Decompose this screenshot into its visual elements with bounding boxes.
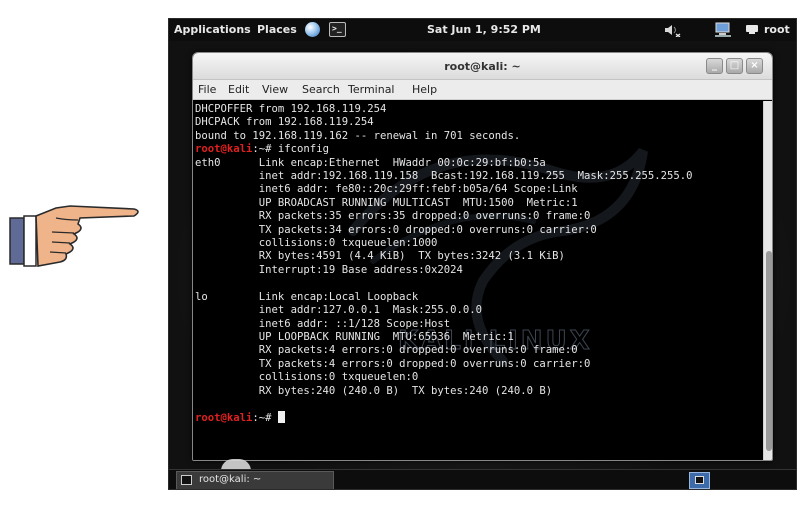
terminal-line: inet6 addr: fe80::20c:29ff:febf:b05a/64 …	[195, 183, 578, 196]
scrollbar-thumb[interactable]	[766, 251, 772, 451]
terminal-line: RX packets:4 errors:0 dropped:0 overruns…	[195, 344, 578, 357]
user-menu[interactable]: root	[764, 23, 790, 36]
terminal-line: collisions:0 txqueuelen:1000	[195, 237, 444, 250]
workspace-switcher[interactable]	[689, 472, 710, 489]
terminal-line: bound to 192.168.119.162 -- renewal in 7…	[195, 129, 521, 142]
network-icon[interactable]	[714, 22, 732, 38]
user-icon[interactable]	[746, 24, 758, 34]
maximize-button[interactable]: □	[726, 58, 743, 74]
taskbar-window-label: root@kali: ~	[199, 474, 262, 485]
terminal-line: collisions:0 txqueuelen:0	[195, 371, 425, 384]
volume-muted-icon[interactable]	[664, 23, 682, 37]
pointing-hand-icon	[9, 205, 139, 267]
terminal-line: Interrupt:19 Base address:0x2024	[195, 263, 470, 276]
terminal-line: lo Link encap:Local Loopback	[195, 290, 431, 303]
terminal-line: eth0 Link encap:Ethernet HWaddr 00:0c:29…	[195, 156, 559, 169]
prompt-command: ifconfig	[277, 143, 329, 156]
terminal-output[interactable]: KALI LINUX DHCPOFFER from 192.168.119.25…	[193, 101, 763, 460]
terminal-line: RX bytes:4591 (4.4 KiB) TX bytes:3242 (3…	[195, 250, 565, 263]
window-title: root@kali: ~	[444, 60, 521, 73]
top-panel: Applications Places >_ Sat Jun 1, 9:52 P…	[169, 19, 796, 41]
minimize-button[interactable]: _	[706, 58, 723, 74]
close-button[interactable]: ×	[746, 58, 763, 74]
menu-view[interactable]: View	[262, 83, 288, 96]
terminal-scrollbar[interactable]	[763, 101, 772, 460]
workspace-window-icon	[695, 476, 704, 484]
terminal-line: inet addr:127.0.0.1 Mask:255.0.0.0	[195, 304, 483, 317]
menu-search[interactable]: Search	[302, 83, 340, 96]
terminal-icon	[181, 475, 192, 485]
prompt-user: root@kali	[195, 412, 253, 425]
terminal-line: inet6 addr: ::1/128 Scope:Host	[195, 317, 451, 330]
text-cursor	[277, 411, 285, 424]
window-titlebar[interactable]: root@kali: ~ _ □ ×	[193, 53, 772, 80]
terminal-line: UP BROADCAST RUNNING MULTICAST MTU:1500 …	[195, 196, 578, 209]
taskbar-window-button[interactable]: root@kali: ~	[176, 471, 334, 489]
menu-terminal[interactable]: Terminal	[348, 83, 395, 96]
terminal-line: TX packets:34 errors:0 dropped:0 overrun…	[195, 223, 597, 236]
terminal-text: DHCPOFFER from 192.168.119.254 DHCPACK fr…	[195, 103, 692, 426]
terminal-line: UP LOOPBACK RUNNING MTU:65536 Metric:1	[195, 330, 514, 343]
terminal-line: TX packets:4 errors:0 dropped:0 overruns…	[195, 357, 591, 370]
terminal-line: inet addr:192.168.119.158 Bcast:192.168.…	[195, 170, 693, 183]
applications-menu[interactable]: Applications	[174, 23, 251, 36]
menu-file[interactable]: File	[198, 83, 216, 96]
terminal-menubar: File Edit View Search Terminal Help	[193, 80, 772, 100]
terminal-icon[interactable]: >_	[329, 22, 346, 37]
menu-edit[interactable]: Edit	[228, 83, 249, 96]
desktop-screen: Applications Places >_ Sat Jun 1, 9:52 P…	[168, 18, 797, 490]
browser-globe-icon[interactable]	[305, 22, 320, 37]
prompt-path: :~#	[252, 143, 278, 156]
places-menu[interactable]: Places	[257, 23, 297, 36]
terminal-line: DHCPOFFER from 192.168.119.254	[195, 103, 387, 115]
menu-help[interactable]: Help	[412, 83, 437, 96]
prompt-line: root@kali:~# ifconfig	[195, 143, 692, 156]
bottom-panel: root@kali: ~	[169, 469, 796, 489]
prompt-user: root@kali	[195, 143, 253, 156]
clock[interactable]: Sat Jun 1, 9:52 PM	[427, 23, 541, 36]
prompt-line: root@kali:~#	[195, 411, 692, 425]
terminal-line: RX bytes:240 (240.0 B) TX bytes:240 (240…	[195, 384, 553, 397]
terminal-line: RX packets:35 errors:35 dropped:0 overru…	[195, 210, 591, 223]
prompt-path: :~#	[252, 412, 278, 425]
terminal-window[interactable]: root@kali: ~ _ □ × File Edit View Search…	[192, 52, 773, 461]
terminal-line: DHCPACK from 192.168.119.254	[195, 116, 374, 129]
